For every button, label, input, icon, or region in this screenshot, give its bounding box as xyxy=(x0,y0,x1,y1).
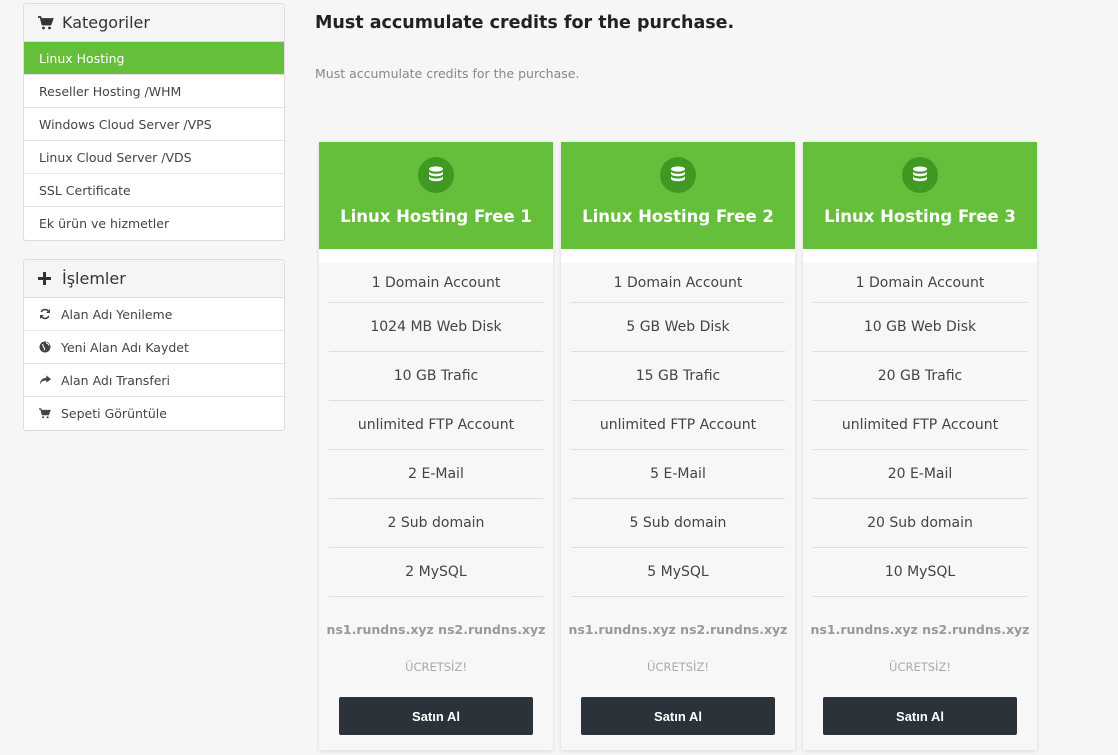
plan-feature: 2 E-Mail xyxy=(329,450,543,499)
action-register-domain[interactable]: Yeni Alan Adı Kaydet xyxy=(24,331,284,364)
plan-feature: 10 MySQL xyxy=(813,548,1027,597)
plan-nameservers: ns1.rundns.xyz ns2.rundns.xyz xyxy=(326,622,546,637)
cart-icon xyxy=(39,408,51,420)
plan-feature: 2 Sub domain xyxy=(329,499,543,548)
buy-button[interactable]: Satın Al xyxy=(581,697,775,735)
category-windows-cloud-server[interactable]: Windows Cloud Server /VPS xyxy=(24,108,284,141)
globe-icon xyxy=(39,341,51,353)
cart-icon xyxy=(38,15,54,31)
plan-feature: 15 GB Trafic xyxy=(571,352,785,401)
action-label: Alan Adı Yenileme xyxy=(61,306,173,322)
actions-header: İşlemler xyxy=(24,260,284,298)
plan-name: Linux Hosting Free 1 xyxy=(340,207,532,226)
page-title: Must accumulate credits for the purchase… xyxy=(315,13,735,33)
plan-feature: 20 Sub domain xyxy=(813,499,1027,548)
database-icon xyxy=(902,157,938,193)
category-linux-cloud-server[interactable]: Linux Cloud Server /VDS xyxy=(24,141,284,174)
plan-card: Linux Hosting Free 2 1 Domain Account 5 … xyxy=(561,142,795,750)
page-subtitle: Must accumulate credits for the purchase… xyxy=(315,66,580,81)
category-linux-hosting[interactable]: Linux Hosting xyxy=(24,42,284,75)
action-domain-transfer[interactable]: Alan Adı Transferi xyxy=(24,364,284,397)
action-label: Sepeti Görüntüle xyxy=(61,406,167,421)
plan-card: Linux Hosting Free 3 1 Domain Account 10… xyxy=(803,142,1037,750)
share-arrow-icon xyxy=(39,374,51,386)
plan-gap xyxy=(319,249,553,263)
plan-feature: 1 Domain Account xyxy=(813,263,1027,303)
action-view-cart[interactable]: Sepeti Görüntüle xyxy=(24,397,284,430)
actions-panel: İşlemler Alan Adı Yenileme Yeni Alan Adı… xyxy=(23,259,285,431)
categories-panel: Kategoriler Linux Hosting Reseller Hosti… xyxy=(23,3,285,241)
plan-feature: 5 E-Mail xyxy=(571,450,785,499)
category-ssl-certificate[interactable]: SSL Certificate xyxy=(24,174,284,207)
plan-feature: unlimited FTP Account xyxy=(813,401,1027,450)
plan-header: Linux Hosting Free 2 xyxy=(561,142,795,249)
buy-button[interactable]: Satın Al xyxy=(823,697,1017,735)
categories-header: Kategoriler xyxy=(24,4,284,42)
plan-price: ÜCRETSİZ! xyxy=(647,660,709,674)
action-domain-renewal[interactable]: Alan Adı Yenileme xyxy=(24,298,284,331)
plan-gap xyxy=(561,249,795,263)
refresh-icon xyxy=(39,308,51,320)
plan-features: 1 Domain Account 5 GB Web Disk 15 GB Tra… xyxy=(561,263,795,597)
action-label: Alan Adı Transferi xyxy=(61,372,171,388)
plan-price: ÜCRETSİZ! xyxy=(405,660,467,674)
plan-feature: 5 Sub domain xyxy=(571,499,785,548)
plan-feature: 20 GB Trafic xyxy=(813,352,1027,401)
plan-feature: unlimited FTP Account xyxy=(571,401,785,450)
plan-feature: 10 GB Trafic xyxy=(329,352,543,401)
plan-feature: 5 MySQL xyxy=(571,548,785,597)
plan-name: Linux Hosting Free 2 xyxy=(582,207,774,226)
plan-feature: 5 GB Web Disk xyxy=(571,303,785,352)
action-label: Yeni Alan Adı Kaydet xyxy=(61,339,189,355)
plan-card: Linux Hosting Free 1 1 Domain Account 10… xyxy=(319,142,553,750)
plan-feature: 1 Domain Account xyxy=(329,263,543,303)
plan-features: 1 Domain Account 10 GB Web Disk 20 GB Tr… xyxy=(803,263,1037,597)
plan-feature: unlimited FTP Account xyxy=(329,401,543,450)
plan-feature: 20 E-Mail xyxy=(813,450,1027,499)
plan-feature: 1 Domain Account xyxy=(571,263,785,303)
plan-nameservers: ns1.rundns.xyz ns2.rundns.xyz xyxy=(810,622,1030,637)
buy-button[interactable]: Satın Al xyxy=(339,697,533,735)
plus-icon xyxy=(38,271,54,287)
plan-header: Linux Hosting Free 1 xyxy=(319,142,553,249)
plan-price: ÜCRETSİZ! xyxy=(889,660,951,674)
plan-header: Linux Hosting Free 3 xyxy=(803,142,1037,249)
plan-nameservers: ns1.rundns.xyz ns2.rundns.xyz xyxy=(568,622,788,637)
database-icon xyxy=(418,157,454,193)
database-icon xyxy=(660,157,696,193)
plan-feature: 2 MySQL xyxy=(329,548,543,597)
category-reseller-hosting[interactable]: Reseller Hosting /WHM xyxy=(24,75,284,108)
plan-feature: 1024 MB Web Disk xyxy=(329,303,543,352)
plan-feature: 10 GB Web Disk xyxy=(813,303,1027,352)
plan-name: Linux Hosting Free 3 xyxy=(824,207,1016,226)
category-extra-products[interactable]: Ek ürün ve hizmetler xyxy=(24,207,284,240)
plan-gap xyxy=(803,249,1037,263)
actions-title: İşlemler xyxy=(62,269,126,288)
categories-title: Kategoriler xyxy=(62,13,150,32)
plan-features: 1 Domain Account 1024 MB Web Disk 10 GB … xyxy=(319,263,553,597)
